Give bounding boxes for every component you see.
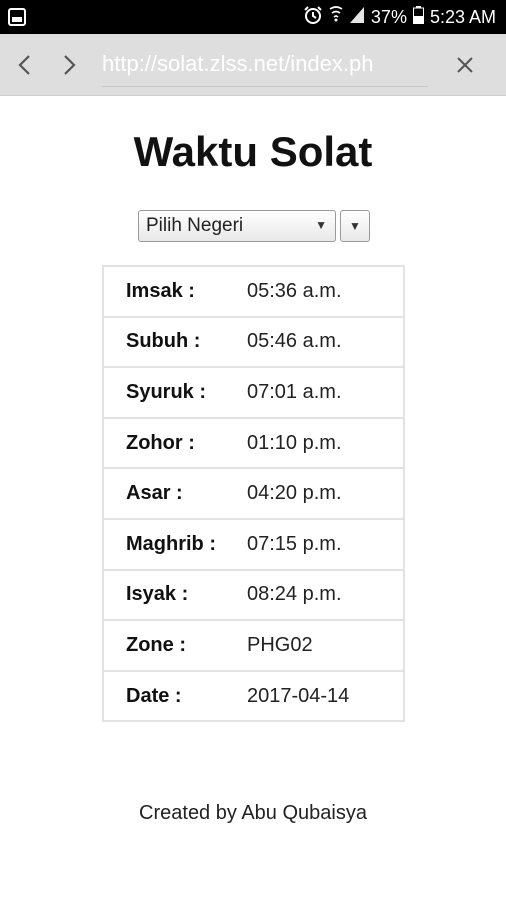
row-value: 08:24 p.m. xyxy=(245,568,404,621)
status-bar: 37% 5:23 AM xyxy=(0,0,506,34)
close-icon[interactable] xyxy=(448,48,482,82)
prayer-times-table: Imsak : 05:36 a.m. Subuh : 05:46 a.m. Sy… xyxy=(102,265,405,723)
row-label: Zohor : xyxy=(103,416,245,469)
alarm-icon xyxy=(303,5,323,30)
state-selector-row: Pilih Negeri ▼ ▼ xyxy=(138,210,370,242)
row-value: 05:36 a.m. xyxy=(247,279,342,302)
table-row: Zone : PHG02 xyxy=(103,619,404,671)
table-row: Isyak : 08:24 p.m. xyxy=(103,568,404,621)
forward-arrow-icon[interactable] xyxy=(52,48,86,82)
browser-toolbar: http://solat.zlss.net/index.ph xyxy=(0,34,506,96)
wifi-icon xyxy=(329,5,343,30)
url-underline xyxy=(102,86,428,87)
row-value: 07:01 a.m. xyxy=(245,366,404,418)
state-select-value: Pilih Negeri xyxy=(146,215,244,236)
row-label: Subuh : xyxy=(103,315,245,368)
battery-icon xyxy=(412,5,424,29)
dropdown-arrow-icon: ▼ xyxy=(315,218,327,232)
row-label: Zone : xyxy=(103,619,245,671)
page-title: Waktu Solat xyxy=(133,128,373,175)
table-row: Subuh : 05:46 a.m. xyxy=(103,315,404,368)
signal-icon xyxy=(349,6,365,29)
url-bar[interactable]: http://solat.zlss.net/index.ph xyxy=(102,48,428,80)
row-value: 04:20 p.m. xyxy=(245,467,404,519)
gallery-icon xyxy=(8,8,26,26)
row-label: Imsak : xyxy=(126,279,195,302)
table-row: Zohor : 01:10 p.m. xyxy=(103,416,404,469)
status-indicators: 37% 5:23 AM xyxy=(303,0,496,34)
battery-percent: 37% xyxy=(370,6,407,27)
table-row: Maghrib : 07:15 p.m. xyxy=(103,517,404,570)
row-label: Date : xyxy=(103,669,245,722)
table-row: Date : 2017-04-14 xyxy=(103,669,404,722)
row-value: PHG02 xyxy=(245,619,404,671)
row-label: Asar : xyxy=(103,467,245,519)
back-arrow-icon[interactable] xyxy=(8,48,42,82)
clock: 5:23 AM xyxy=(429,6,496,27)
row-value: 07:15 p.m. xyxy=(245,517,404,570)
row-label: Syuruk : xyxy=(103,366,245,418)
table-row: Asar : 04:20 p.m. xyxy=(103,467,404,519)
row-value: 01:10 p.m. xyxy=(245,416,404,469)
row-label: Maghrib : xyxy=(103,517,245,570)
row-label: Isyak : xyxy=(103,568,245,621)
dropdown-arrow-icon: ▼ xyxy=(349,219,361,233)
row-value: 2017-04-14 xyxy=(245,669,404,722)
dropdown-button[interactable]: ▼ xyxy=(340,210,370,242)
table-row: Syuruk : 07:01 a.m. xyxy=(103,366,404,418)
row-value: 05:46 a.m. xyxy=(245,315,404,368)
footer-credit: Created by Abu Qubaisya xyxy=(139,802,367,824)
state-select[interactable]: Pilih Negeri ▼ xyxy=(138,210,336,242)
table-row: Imsak : 05:36 a.m. xyxy=(103,266,404,317)
